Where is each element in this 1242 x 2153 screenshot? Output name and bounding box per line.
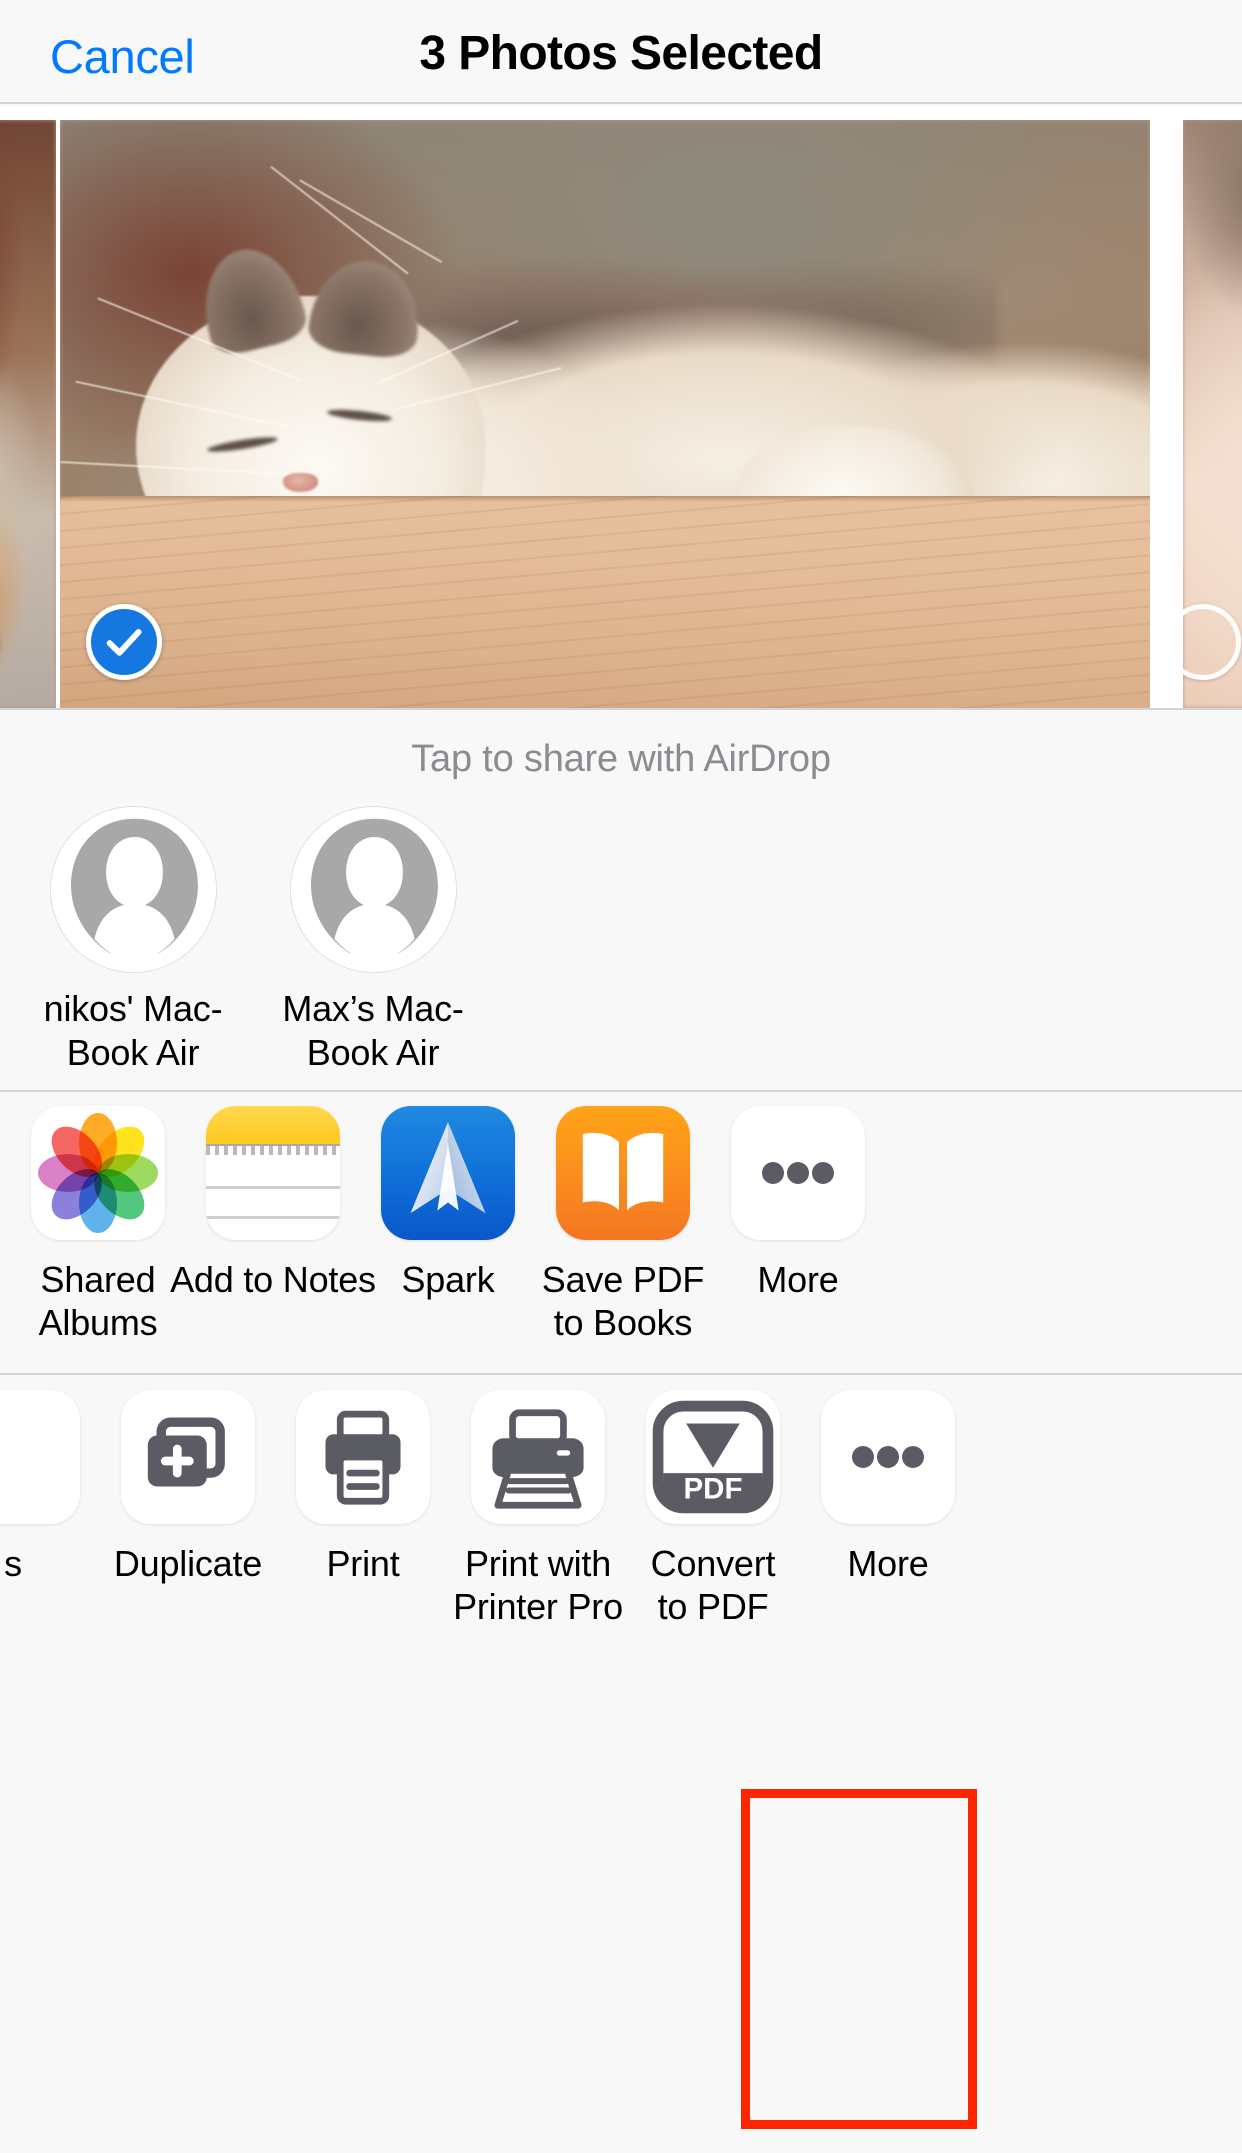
person-avatar-icon — [289, 806, 457, 973]
photos-app-icon — [31, 1106, 165, 1240]
ellipsis-icon — [731, 1106, 865, 1240]
share-target-label: More — [757, 1259, 839, 1300]
airdrop-hint-text: Tap to share with AirDrop — [411, 738, 831, 780]
photo-thumbnail-strip[interactable] — [0, 106, 1242, 708]
pdf-icon-text: PDF — [684, 1473, 743, 1506]
page-title: 3 Photos Selected — [419, 27, 823, 80]
printer-icon — [296, 1390, 430, 1524]
share-target-more-apps[interactable]: More — [689, 1106, 907, 1301]
share-app-row[interactable]: Shared Albums Add to Notes Spark Save PD… — [0, 1106, 1242, 1371]
section-divider — [0, 1373, 1242, 1375]
airdrop-contact-max[interactable]: Max’s Mac- Book Air — [268, 806, 478, 1075]
airdrop-contact-label: Max’s Mac- Book Air — [282, 988, 464, 1073]
notes-app-icon — [206, 1106, 340, 1240]
section-divider — [0, 1090, 1242, 1092]
person-avatar-icon — [49, 806, 217, 973]
photo-selected-checkmark[interactable] — [86, 604, 162, 680]
cut-off-action-icon — [0, 1390, 80, 1524]
books-app-icon — [556, 1106, 690, 1240]
ellipsis-icon — [821, 1390, 955, 1524]
share-sheet: Tap to share with AirDrop nikos' Mac- Bo… — [0, 708, 1242, 2153]
share-action-row[interactable]: s Duplicate Print Print with Printer Pro… — [0, 1390, 1242, 1670]
printer-pro-icon — [471, 1390, 605, 1524]
photo-image-cat — [60, 120, 1150, 708]
airdrop-contacts-row: nikos' Mac- Book Air Max’s Mac- Book Air — [0, 806, 1242, 1073]
action-more[interactable]: More — [779, 1390, 997, 1585]
share-sheet-screen: Cancel 3 Photos Selected Tap to share wi… — [0, 0, 1242, 2153]
duplicate-icon — [121, 1390, 255, 1524]
photo-thumbnail-next[interactable] — [1183, 120, 1242, 708]
photo-image-previous — [0, 120, 56, 708]
photo-thumbnail-current[interactable] — [60, 120, 1150, 708]
action-label: More — [847, 1543, 929, 1584]
airdrop-contact-nikos[interactable]: nikos' Mac- Book Air — [28, 806, 238, 1075]
spark-app-icon — [381, 1106, 515, 1240]
navigation-bar: Cancel 3 Photos Selected — [0, 0, 1242, 104]
photo-thumbnail-previous[interactable] — [0, 120, 56, 708]
airdrop-contact-label: nikos' Mac- Book Air — [43, 988, 223, 1073]
convert-to-pdf-icon: PDF — [646, 1390, 780, 1524]
